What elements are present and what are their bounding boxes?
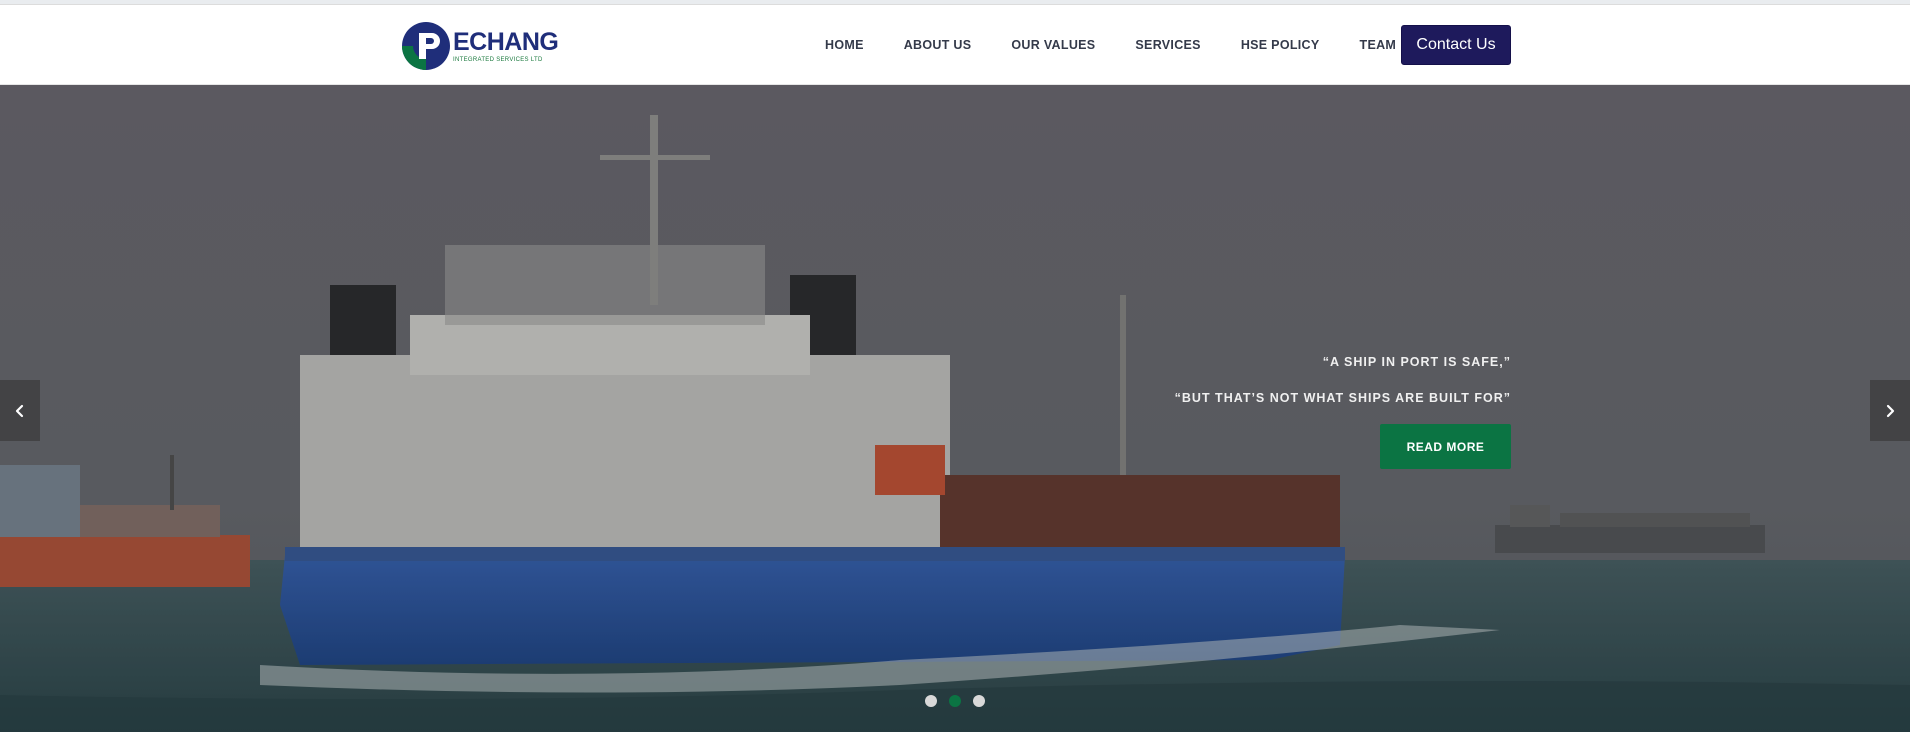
nav-item-home[interactable]: HOME	[825, 38, 864, 52]
logo-icon	[401, 21, 451, 71]
site-header: ECHANG INTEGRATED SERVICES LTD HOME ABOU…	[0, 5, 1910, 85]
brand-tagline: INTEGRATED SERVICES LTD	[453, 56, 543, 63]
slider-next-button[interactable]	[1870, 380, 1910, 441]
nav-item-services[interactable]: SERVICES	[1135, 38, 1200, 52]
nav-item-our-values[interactable]: OUR VALUES	[1011, 38, 1095, 52]
slider-dots	[925, 695, 985, 707]
nav-item-hse-policy[interactable]: HSE POLICY	[1241, 38, 1320, 52]
hero-slider: “A SHIP IN PORT IS SAFE,” “BUT THAT’S NO…	[0, 85, 1910, 732]
nav-item-about-us[interactable]: ABOUT US	[904, 38, 972, 52]
contact-us-button[interactable]: Contact Us	[1401, 25, 1511, 65]
hero-ship-image	[0, 85, 1910, 732]
main-nav: HOME ABOUT US OUR VALUES SERVICES HSE PO…	[805, 5, 1396, 85]
nav-item-team[interactable]: TEAM	[1360, 38, 1397, 52]
read-more-button[interactable]: READ MORE	[1380, 424, 1511, 469]
brand-logo[interactable]: ECHANG INTEGRATED SERVICES LTD	[401, 19, 559, 73]
brand-name: ECHANG	[453, 27, 559, 56]
slider-dot-1[interactable]	[925, 695, 937, 707]
slider-prev-button[interactable]	[0, 380, 40, 441]
slider-dot-3[interactable]	[973, 695, 985, 707]
chevron-left-icon	[15, 404, 24, 417]
hero-quote-line-1: “A SHIP IN PORT IS SAFE,”	[1322, 355, 1511, 369]
chevron-right-icon	[1886, 404, 1895, 417]
hero-quote-line-2: “BUT THAT’S NOT WHAT SHIPS ARE BUILT FOR…	[1174, 391, 1511, 405]
slider-dot-2[interactable]	[949, 695, 961, 707]
